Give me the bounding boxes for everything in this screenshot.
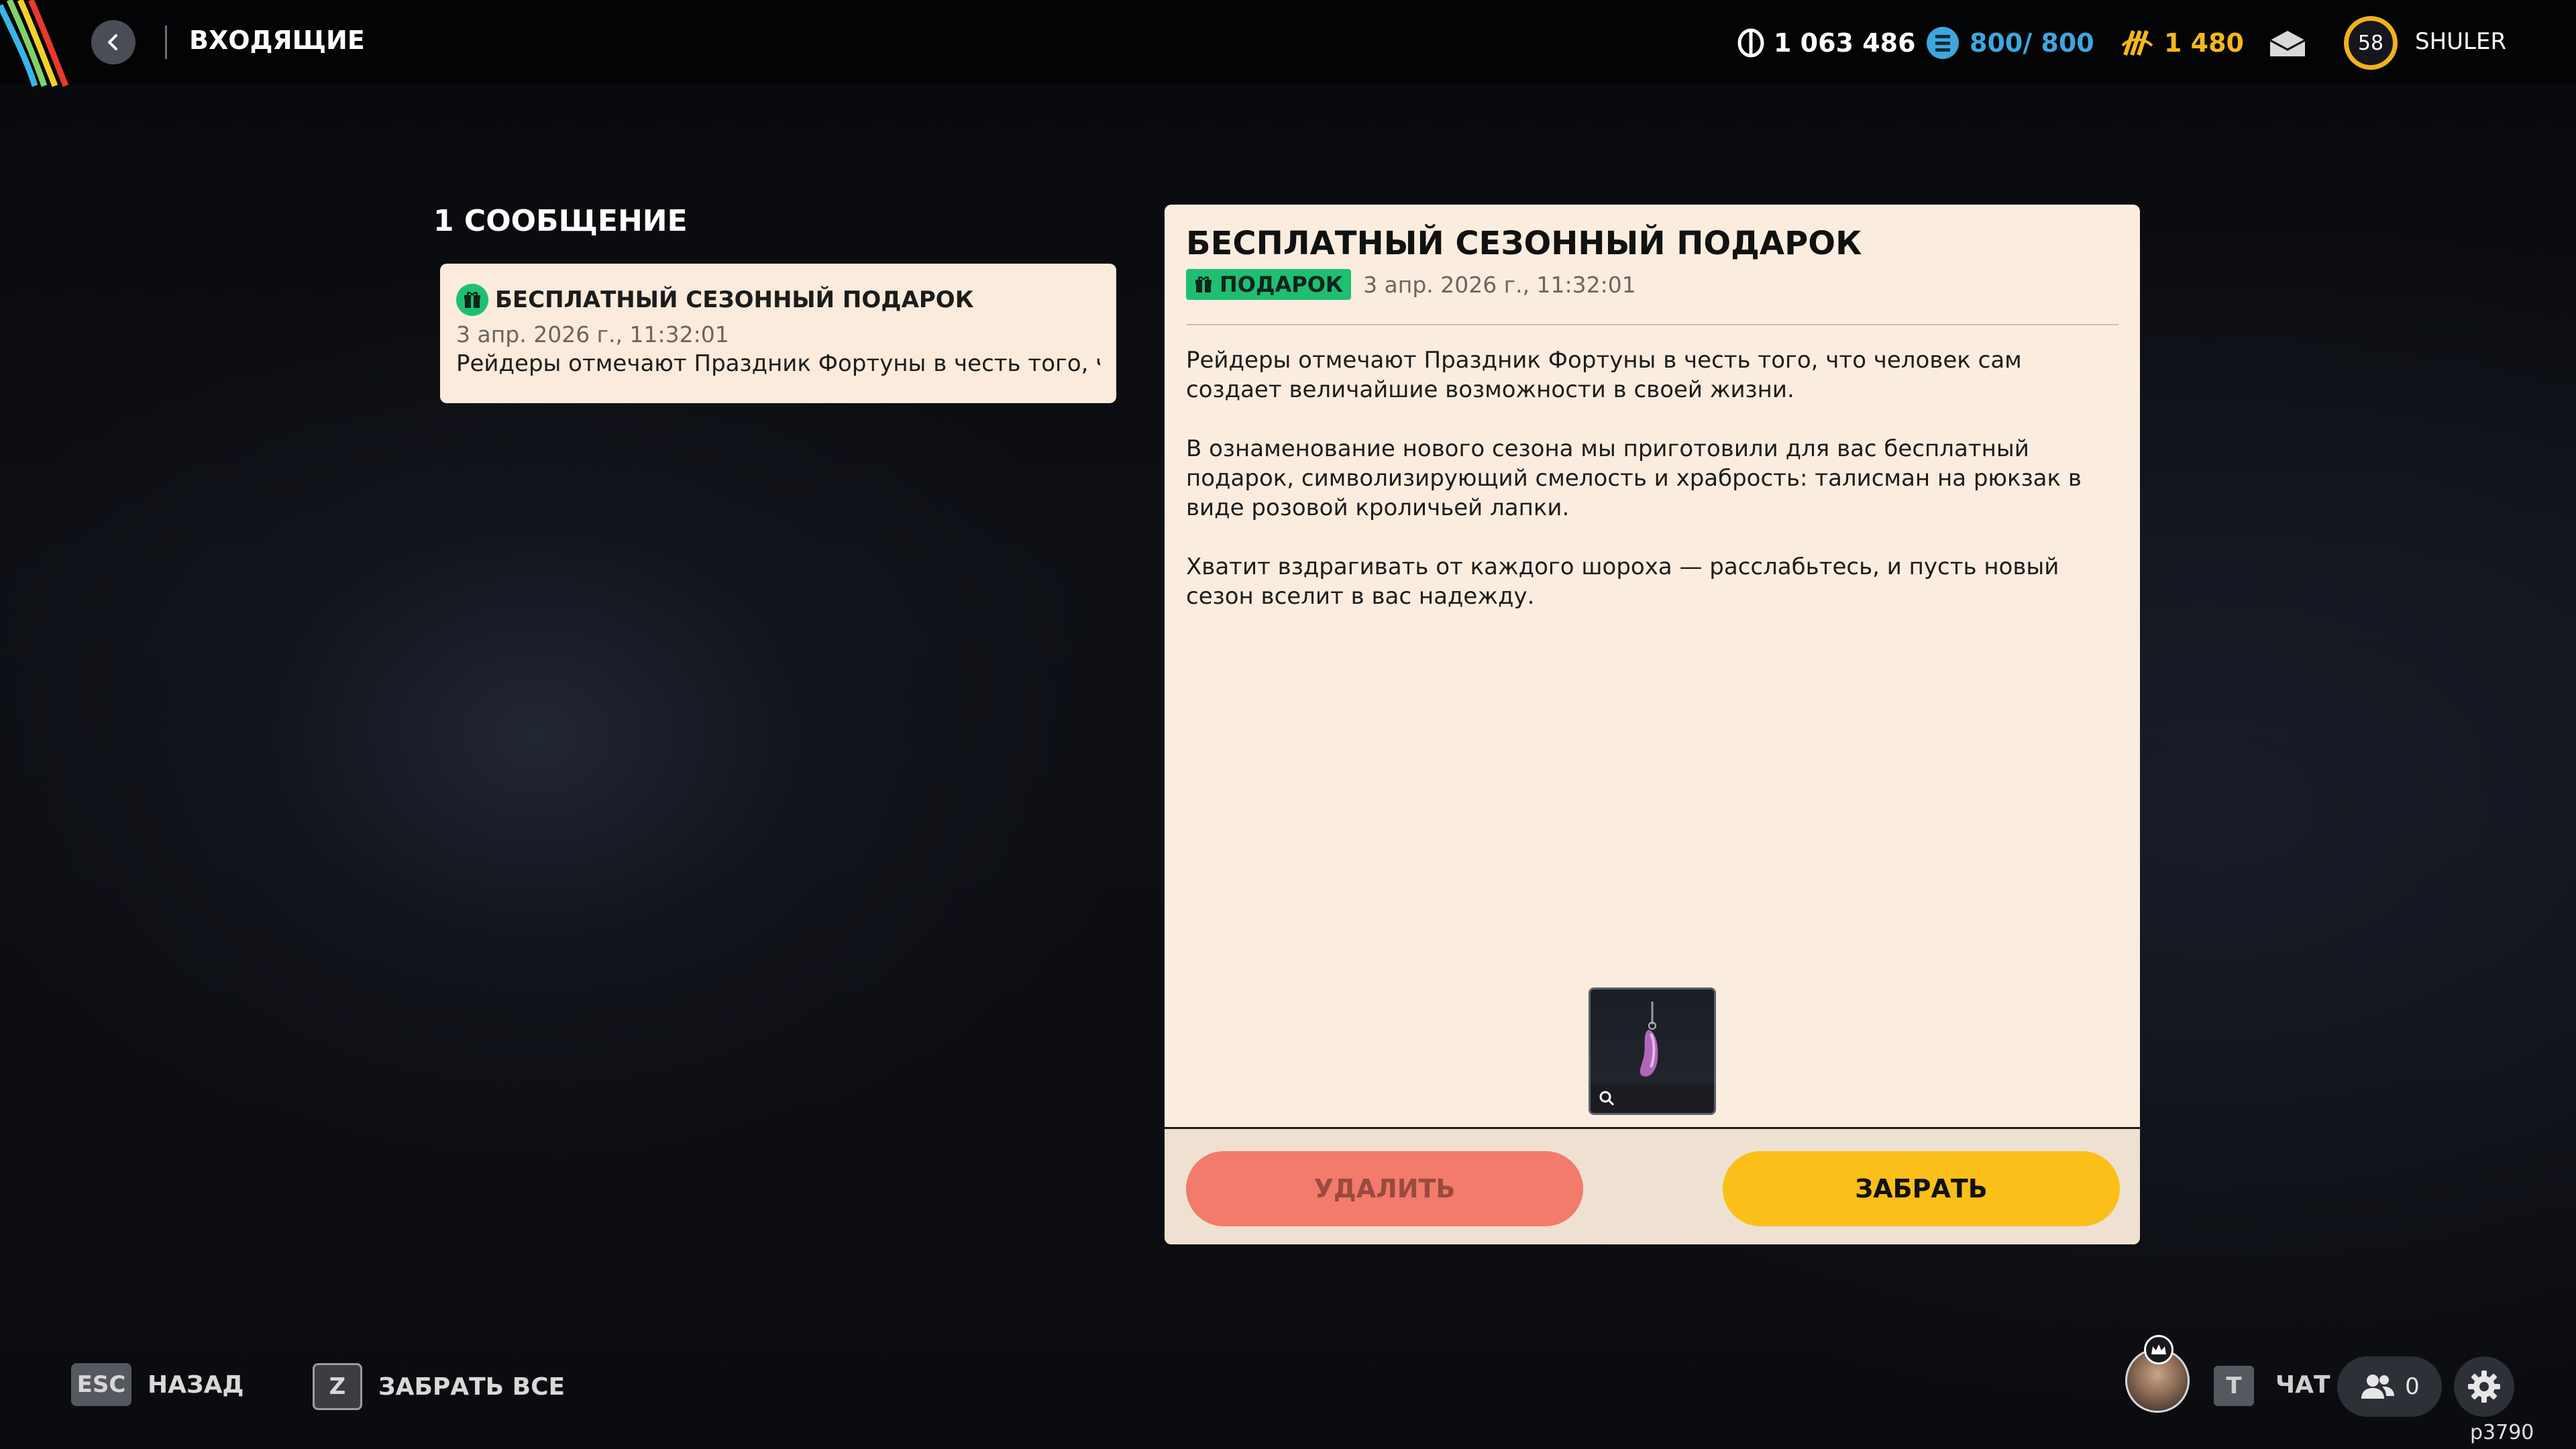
gift-icon (456, 284, 488, 316)
chevron-left-icon (108, 34, 117, 50)
friends-count: 0 (2405, 1373, 2420, 1400)
message-item-preview: Рейдеры отмечают Праздник Фортуны в чест… (456, 350, 1100, 377)
message-list-item[interactable]: БЕСПЛАТНЫЙ СЕЗОННЫЙ ПОДАРОК 3 апр. 2026 … (440, 264, 1116, 403)
player-name[interactable]: SHULER (2415, 28, 2506, 55)
credit-icon (1927, 27, 1959, 59)
page-title: ВХОДЯЩИЕ (189, 25, 365, 55)
detail-title: БЕСПЛАТНЫЙ СЕЗОННЫЙ ПОДАРОК (1186, 225, 1862, 262)
esc-key: ESC (71, 1363, 131, 1406)
gift-icon (1195, 276, 1212, 292)
top-bar: ВХОДЯЩИЕ 1 063 486 800/ 800 1 480 58 SHU… (0, 0, 2576, 87)
title-separator (165, 25, 167, 59)
message-detail-panel: БЕСПЛАТНЫЙ СЕЗОННЫЙ ПОДАРОК ПОДАРОК 3 ап… (1165, 205, 2140, 1244)
token-icon (2121, 30, 2153, 56)
detail-body: Рейдеры отмечают Праздник Фортуны в чест… (1186, 345, 2118, 641)
inbox-screen: ВХОДЯЩИЕ 1 063 486 800/ 800 1 480 58 SHU… (0, 0, 2576, 1449)
reward-item-slot[interactable] (1589, 987, 1716, 1115)
gift-tag-label: ПОДАРОК (1220, 272, 1344, 297)
credits-balance: 800/ 800 (1925, 24, 2094, 62)
gear-icon (2468, 1371, 2500, 1403)
player-level: 58 (2357, 31, 2384, 55)
gift-tag: ПОДАРОК (1186, 269, 1352, 300)
claim-all-label: ЗАБРАТЬ ВСЕ (378, 1373, 566, 1401)
message-item-header: БЕСПЛАТНЫЙ СЕЗОННЫЙ ПОДАРОК (456, 284, 1100, 316)
build-id: p3790 (2470, 1421, 2534, 1444)
settings-button[interactable] (2454, 1356, 2514, 1417)
detail-actions: УДАЛИТЬ ЗАБРАТЬ (1165, 1127, 2140, 1244)
coin-icon (1737, 28, 1764, 58)
back-hint[interactable]: ESC НАЗАД (71, 1363, 244, 1406)
detail-date: 3 апр. 2026 г., 11:32:01 (1363, 271, 1636, 298)
friends-icon (2361, 1375, 2395, 1399)
tokens-value: 1 480 (2164, 28, 2244, 58)
credits-value: 800/ 800 (1970, 28, 2094, 58)
mail-icon[interactable] (2269, 30, 2306, 58)
chat-label[interactable]: ЧАТ (2275, 1371, 2330, 1399)
delete-button[interactable]: УДАЛИТЬ (1186, 1151, 1583, 1226)
back-button[interactable] (91, 20, 136, 64)
coins-value: 1 063 486 (1774, 28, 1916, 58)
claim-all-hint[interactable]: Z ЗАБРАТЬ ВСЕ (313, 1363, 565, 1410)
tokens-balance: 1 480 (2120, 24, 2244, 62)
coins-balance: 1 063 486 (1737, 24, 1916, 62)
detail-paragraph: Рейдеры отмечают Праздник Фортуны в чест… (1186, 347, 2022, 403)
claim-button[interactable]: ЗАБРАТЬ (1723, 1151, 2120, 1226)
z-key: Z (313, 1363, 362, 1410)
back-hint-label: НАЗАД (148, 1371, 244, 1399)
t-key: T (2214, 1366, 2254, 1406)
detail-divider (1186, 324, 2118, 325)
detail-meta: ПОДАРОК 3 апр. 2026 г., 11:32:01 (1186, 269, 1636, 300)
detail-paragraph: Хватит вздрагивать от каждого шороха — р… (1186, 553, 2059, 610)
crown-icon (2144, 1335, 2174, 1364)
friends-button[interactable]: 0 (2337, 1356, 2442, 1417)
message-item-date: 3 апр. 2026 г., 11:32:01 (456, 321, 729, 347)
message-count: 1 СООБЩЕНИЕ (433, 204, 688, 238)
rabbit-foot-charm-icon (1591, 1002, 1714, 1113)
game-logo-stripes (0, 0, 69, 87)
message-item-title: БЕСПЛАТНЫЙ СЕЗОННЫЙ ПОДАРОК (495, 286, 974, 313)
detail-paragraph: В ознаменование нового сезона мы пригото… (1186, 435, 2082, 521)
player-level-badge[interactable]: 58 (2344, 16, 2398, 70)
